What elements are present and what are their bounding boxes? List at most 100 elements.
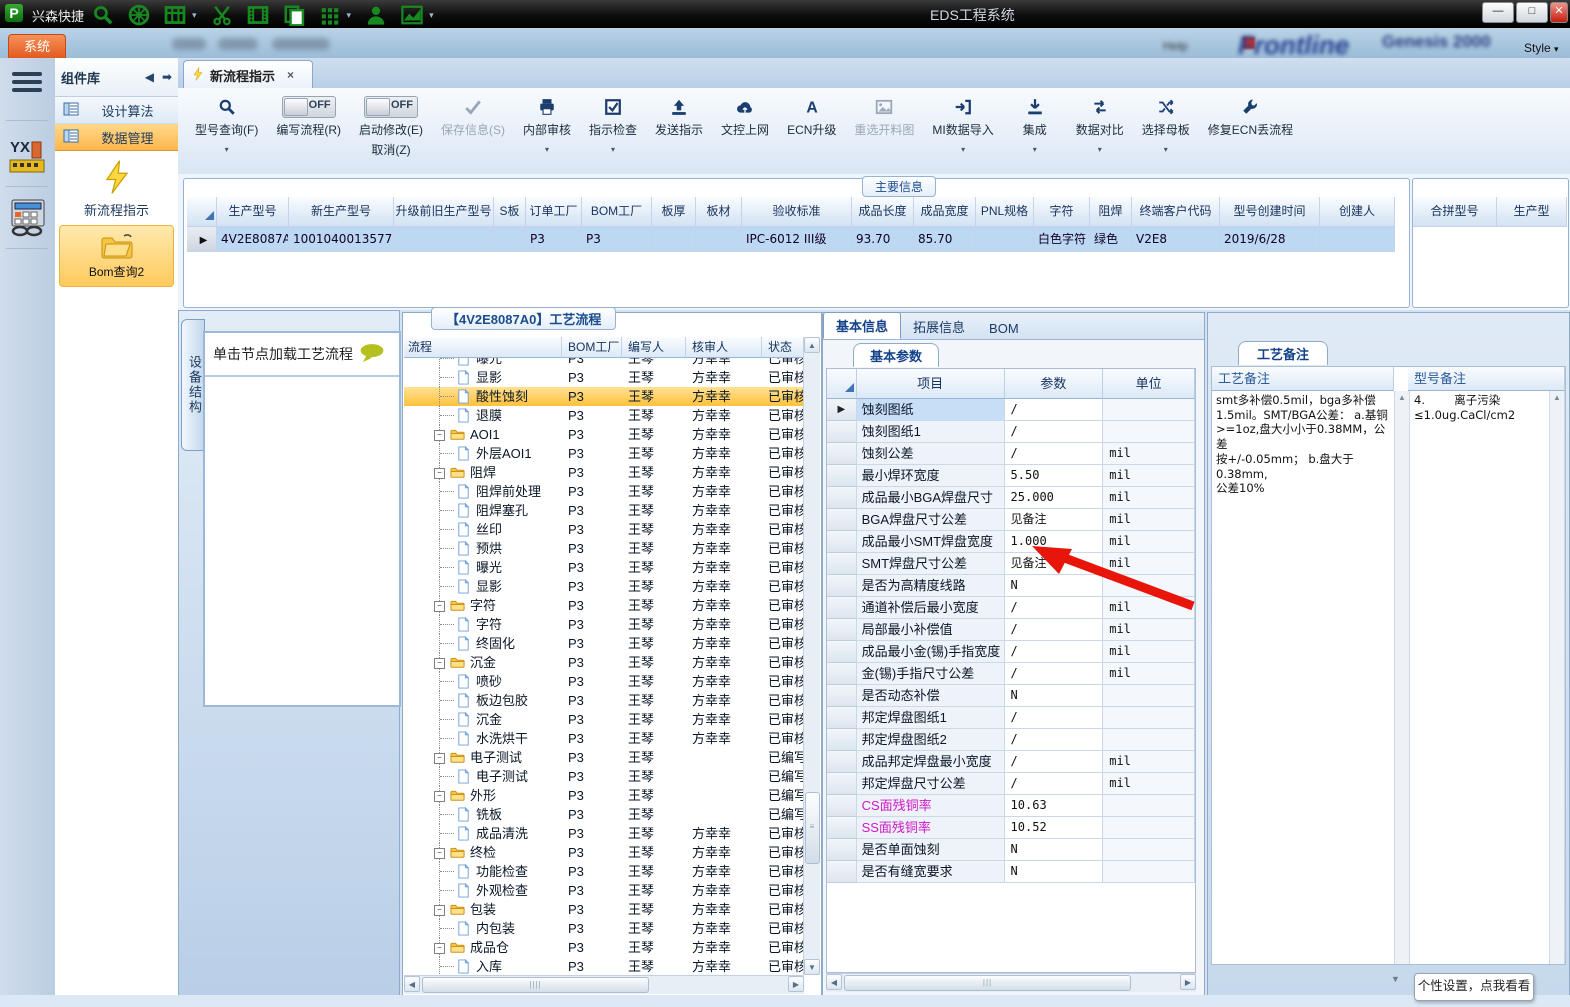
grid-cell[interactable]: 85.70 <box>914 227 976 252</box>
param-row-header[interactable] <box>827 839 857 861</box>
param-row[interactable]: 金(锡)手指尺寸公差 / mil <box>827 663 1195 685</box>
process-node[interactable]: 沉金 <box>404 710 562 729</box>
process-node[interactable]: 外层AOI1 <box>404 444 562 463</box>
process-tree-row[interactable]: 预烘 P3 王琴 方幸幸 已审核 <box>404 539 804 558</box>
process-tree-row[interactable]: 水洗烘干 P3 王琴 方幸幸 已审核 <box>404 729 804 748</box>
process-node[interactable]: − 外形 <box>404 786 562 805</box>
param-value-cell[interactable]: / <box>1004 619 1104 641</box>
param-value-cell[interactable]: / <box>1004 729 1104 751</box>
grid-cell[interactable] <box>976 227 1034 252</box>
reselect-material-button[interactable]: 重选开料图 <box>845 92 923 142</box>
grid-cell[interactable]: P3 <box>526 227 582 252</box>
process-tree-row[interactable]: 铣板 P3 王琴 已编写 <box>404 805 804 824</box>
start-modify-toggle[interactable]: OFF 启动修改(E) 取消(Z) <box>350 92 432 162</box>
process-node[interactable]: − 电子测试 <box>404 748 562 767</box>
param-row[interactable]: 成品邦定焊盘最小宽度 / mil <box>827 751 1195 773</box>
param-row[interactable]: 是否动态补偿 N <box>827 685 1195 707</box>
collapse-icon[interactable]: − <box>434 658 445 669</box>
tree-column-header[interactable]: 状态 <box>762 337 804 358</box>
ecn-upgrade-button[interactable]: A ECN升级 <box>778 92 845 142</box>
param-value-cell[interactable]: / <box>1004 421 1104 443</box>
param-row[interactable]: 成品最小金(锡)手指宽度 / mil <box>827 641 1195 663</box>
system-menu-tab[interactable]: 系统 <box>8 34 66 58</box>
sidebar-item-data-management[interactable]: 数据管理 <box>55 124 178 151</box>
column-header[interactable]: 订单工厂 <box>526 197 582 227</box>
data-compare-button[interactable]: 数据对比 ▾ <box>1067 92 1133 159</box>
column-header[interactable]: 板厚 <box>652 197 696 227</box>
param-row-header[interactable] <box>827 795 857 817</box>
params-corner[interactable] <box>827 369 857 399</box>
process-node[interactable]: 退膜 <box>404 406 562 425</box>
param-row[interactable]: 是否为高精度线路 N <box>827 575 1195 597</box>
row-selector[interactable]: ▶ <box>187 227 217 252</box>
param-value-cell[interactable]: 见备注 <box>1004 509 1104 531</box>
param-row[interactable]: 是否单面蚀刻 N <box>827 839 1195 861</box>
param-row-header[interactable] <box>827 597 857 619</box>
process-node[interactable]: 内包装 <box>404 919 562 938</box>
process-node[interactable]: 水洗烘干 <box>404 729 562 748</box>
param-row[interactable]: 邦定焊盘图纸1/ <box>827 707 1195 729</box>
column-header[interactable]: S板 <box>494 197 526 227</box>
param-row[interactable]: SS面残铜率 10.52 <box>827 817 1195 839</box>
process-node[interactable]: − 阻焊 <box>404 463 562 482</box>
notes-col2-header[interactable]: 型号备注 <box>1408 367 1565 391</box>
write-flow-toggle[interactable]: OFF 编写流程(R) <box>267 92 350 142</box>
column-header[interactable]: 生产型号 <box>217 197 289 227</box>
column-header[interactable]: 合拼型号 <box>1413 197 1497 227</box>
param-row[interactable]: SMT焊盘尺寸公差 见备注 mil <box>827 553 1195 575</box>
chevron-down-icon[interactable]: ▾ <box>545 143 549 157</box>
grid-cell[interactable]: 白色字符 <box>1034 227 1090 252</box>
process-node[interactable]: 酸性蚀刻 <box>404 387 562 406</box>
param-row[interactable]: 成品最小SMT焊盘宽度 1.000 mil <box>827 531 1195 553</box>
process-tree-row[interactable]: 成品清洗 P3 王琴 方幸幸 已审核 <box>404 824 804 843</box>
param-value-cell[interactable]: / <box>1004 663 1104 685</box>
personal-settings-dropdown-icon[interactable]: ▼ <box>1391 974 1400 984</box>
param-value-cell[interactable]: 25.000 <box>1004 487 1104 509</box>
grid-cell[interactable]: P3 <box>582 227 652 252</box>
tab-new-flow-instruction[interactable]: 新流程指示 × <box>183 60 313 89</box>
param-row[interactable]: ▶ 蚀刻图纸 / <box>827 399 1195 421</box>
copy-icon[interactable] <box>283 4 305 26</box>
grid-cell[interactable] <box>394 227 494 252</box>
collapse-icon[interactable]: − <box>434 601 445 612</box>
chevron-down-icon[interactable]: ▾ <box>225 143 229 157</box>
collapse-icon[interactable]: − <box>434 791 445 802</box>
collapse-icon[interactable]: − <box>434 905 445 916</box>
param-row-header[interactable] <box>827 773 857 795</box>
grid-cell[interactable] <box>494 227 526 252</box>
param-value-cell[interactable]: / <box>1004 773 1104 795</box>
collapse-icon[interactable]: − <box>434 430 445 441</box>
process-tree-row[interactable]: 显影 P3 王琴 方幸幸 已审核 <box>404 577 804 596</box>
grid-cell[interactable]: V2E8 <box>1132 227 1220 252</box>
param-row[interactable]: 最小焊环宽度 5.50 mil <box>827 465 1195 487</box>
process-tree-row[interactable]: − 外形 P3 王琴 已编写 <box>404 786 804 805</box>
process-tree-row[interactable]: 电子测试 P3 王琴 已编写 <box>404 767 804 786</box>
process-tree-row[interactable]: 酸性蚀刻 P3 王琴 方幸幸 已审核 <box>404 387 804 406</box>
param-row[interactable]: BGA焊盘尺寸公差 见备注 mil <box>827 509 1195 531</box>
process-tree-row[interactable]: − AOI1 P3 王琴 方幸幸 已审核 <box>404 425 804 444</box>
grid-cell[interactable] <box>652 227 696 252</box>
param-value-cell[interactable]: N <box>1004 839 1104 861</box>
param-value-cell[interactable]: 10.63 <box>1004 795 1104 817</box>
calculator-link-icon[interactable] <box>8 198 48 238</box>
column-header[interactable]: PNL规格 <box>976 197 1034 227</box>
param-row[interactable]: 局部最小补偿值 / mil <box>827 619 1195 641</box>
subtab-basic-params[interactable]: 基本参数 <box>853 343 940 367</box>
process-node[interactable]: − 成品仓 <box>404 938 562 957</box>
params-column-header[interactable]: 项目 <box>856 369 1005 399</box>
process-tree-row[interactable]: 外层AOI1 P3 王琴 方幸幸 已审核 <box>404 444 804 463</box>
process-node[interactable]: 铣板 <box>404 805 562 824</box>
process-tree-row[interactable]: 退膜 P3 王琴 方幸幸 已审核 <box>404 406 804 425</box>
process-tree-row[interactable]: − 终检 P3 王琴 方幸幸 已审核 <box>404 843 804 862</box>
start-modify-toggle-switch[interactable]: OFF <box>364 96 418 118</box>
process-node[interactable]: − 终检 <box>404 843 562 862</box>
model-note-text[interactable]: 4. 离子污染 ≤1.0ug.CaCl/cm2 <box>1410 391 1551 964</box>
process-tree-row[interactable]: 板边包胶 P3 王琴 方幸幸 已审核 <box>404 691 804 710</box>
param-row[interactable]: 邦定焊盘尺寸公差 / mil <box>827 773 1195 795</box>
tab-process-notes[interactable]: 工艺备注 <box>1238 341 1329 365</box>
tree-column-header[interactable]: 编写人 <box>622 337 686 358</box>
process-node[interactable]: 预烘 <box>404 539 562 558</box>
process-node[interactable]: 喷砂 <box>404 672 562 691</box>
param-row[interactable]: CS面残铜率 10.63 <box>827 795 1195 817</box>
scroll-right-icon[interactable]: ▶ <box>788 976 804 992</box>
